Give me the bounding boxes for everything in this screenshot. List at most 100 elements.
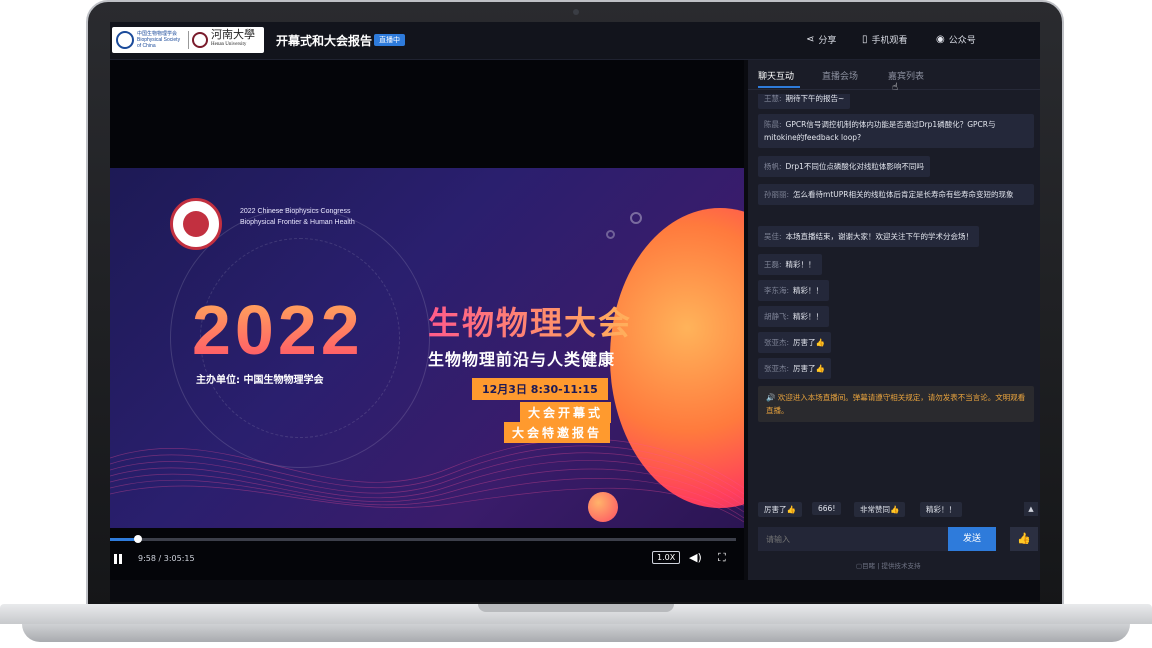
quick-reply-button[interactable]: 非常赞同👍: [854, 502, 906, 517]
university-logo-text: 河南大學 Henan University: [211, 30, 255, 50]
chat-author: 孙丽丽:: [764, 190, 790, 199]
decor-molecule: [630, 212, 642, 224]
chat-message: 杨帆: Drp1不同位点磷酸化对线粒体影响不同吗: [758, 156, 930, 177]
decor-molecule-small: [606, 230, 615, 239]
phone-icon: ▯: [862, 34, 868, 45]
laptop-notch: [478, 604, 674, 612]
congress-line-2: Biophysical Frontier & Human Health: [240, 219, 355, 226]
chat-notice: 🔊 欢迎进入本场直播间。弹幕请遵守相关规定，请勿发表不当言论。文明观看直播。: [758, 386, 1034, 422]
chat-message: 孙丽丽: 怎么看待mtUPR相关的线粒体后肯定是长寿命有些寿命变短的现象: [758, 184, 1034, 205]
chat-text: Drp1不同位点磷酸化对线粒体影响不同吗: [785, 162, 924, 171]
congress-name-en: 2022 Chinese Biophysics Congress Biophys…: [240, 206, 355, 228]
chat-message: 李东海: 精彩！！: [758, 280, 830, 301]
logo-divider: [188, 31, 189, 49]
chat-text: GPCR信号调控机制的体内功能是否通过Drp1磷酸化？GPCR与mitokine…: [764, 120, 996, 142]
playback-time: 9:58 / 3:05:15: [138, 554, 195, 563]
stage: 中国生物物理学会 Biophysical Society of China 河南…: [0, 0, 1152, 648]
mouse-cursor-icon: ☝: [892, 82, 899, 93]
university-name-en: Henan University: [211, 42, 247, 47]
emblem-core: [183, 211, 209, 237]
poster-subtitle: 生物物理前沿与人类健康: [428, 350, 616, 369]
webcam: [573, 9, 579, 15]
chat-author: 张亚杰:: [764, 338, 790, 347]
chat-author: 王慧:: [764, 94, 782, 103]
chat-text: 厉害了👍: [793, 338, 825, 347]
pause-icon[interactable]: [114, 554, 124, 564]
chat-author: 王磊:: [764, 260, 782, 269]
page-title: 开幕式和大会报告: [276, 34, 373, 48]
chat-message: 吴佳: 本场直播结束，谢谢大家！欢迎关注下午的学术分会场！: [758, 226, 980, 247]
chevron-up-icon[interactable]: ▲: [1024, 502, 1038, 516]
share-button[interactable]: ⋖ 分享: [806, 33, 836, 46]
mobile-label: 手机观看: [871, 36, 908, 46]
chat-message: 陈晨: GPCR信号调控机制的体内功能是否通过Drp1磷酸化？GPCR与mitok…: [758, 114, 1034, 148]
chat-text: 厉害了👍: [793, 364, 825, 373]
chat-author: 胡静飞:: [764, 312, 790, 321]
wechat-button[interactable]: ◉ 公众号: [936, 33, 976, 46]
chat-author: 陈晨:: [764, 120, 782, 129]
send-button[interactable]: 发送: [948, 527, 996, 551]
congress-emblem: [170, 198, 222, 250]
logos: 中国生物物理学会 Biophysical Society of China 河南…: [112, 27, 264, 53]
tab-venue[interactable]: 直播会场: [822, 69, 858, 82]
chat-text: 怎么看待mtUPR相关的线粒体后肯定是长寿命有些寿命变短的现象: [793, 190, 1014, 199]
laptop-base-bottom: [22, 624, 1130, 642]
chat-author: 吴佳:: [764, 232, 782, 241]
poster-host: 主办单位: 中国生物物理学会: [196, 375, 324, 386]
chat-author: 张亚杰:: [764, 364, 790, 373]
thumbs-up-icon[interactable]: 👍: [1010, 527, 1038, 551]
quick-replies: 厉害了👍 666! 非常赞同👍 精彩！！: [758, 502, 1038, 518]
poster-session-1: 大会开幕式: [520, 402, 612, 423]
chat-tabs: 聊天互动 直播会场 嘉宾列表 ☝: [748, 60, 1040, 93]
poster-date: 12月3日 8:30-11:15: [472, 378, 608, 400]
wechat-icon: ◉: [936, 34, 945, 45]
society-logo-text: 中国生物物理学会 Biophysical Society of China: [137, 31, 181, 49]
chat-panel: 聊天互动 直播会场 嘉宾列表 ☝ 王慧: 期待下午的报告~ 陈晨: GPCR信号调控…: [748, 60, 1040, 580]
chat-text: 期待下午的报告~: [785, 94, 845, 103]
chat-text: 精彩！！: [793, 286, 824, 295]
progress-handle[interactable]: [134, 535, 143, 543]
chat-message: 张亚杰: 厉害了👍: [758, 332, 831, 353]
chat-text: 精彩！！: [785, 260, 816, 269]
chat-message: 王磊: 精彩！！: [758, 254, 822, 275]
share-label: 分享: [818, 36, 837, 46]
society-logo-icon: [116, 31, 134, 49]
share-icon: ⋖: [806, 34, 815, 45]
quick-reply-button[interactable]: 厉害了👍: [758, 502, 802, 517]
player-controls: 9:58 / 3:05:15 1.0X ◀) ⛶: [110, 530, 744, 570]
laptop-base: [0, 604, 1152, 648]
poster-session-2: 大会特邀报告: [504, 422, 611, 443]
chat-message: 张亚杰: 厉害了👍: [758, 358, 831, 379]
video-player[interactable]: 2022 Chinese Biophysics Congress Biophys…: [110, 60, 744, 580]
chat-text: 本场直播结束，谢谢大家！欢迎关注下午的学术分会场！: [785, 232, 974, 241]
live-badge: 直播中: [374, 34, 405, 46]
congress-line-1: 2022 Chinese Biophysics Congress: [240, 208, 351, 215]
quick-reply-button[interactable]: 精彩！！: [920, 502, 962, 517]
mobile-view-button[interactable]: ▯ 手机观看: [862, 33, 908, 46]
chat-text: 精彩！！: [793, 312, 824, 321]
quick-reply-button[interactable]: 666!: [812, 502, 842, 515]
chat-message: 胡静飞: 精彩！！: [758, 306, 830, 327]
top-bar: 中国生物物理学会 Biophysical Society of China 河南…: [110, 22, 1040, 60]
chat-messages: 王慧: 期待下午的报告~ 陈晨: GPCR信号调控机制的体内功能是否通过Drp1磷酸…: [748, 94, 1040, 446]
poster-year: 2022: [192, 291, 364, 369]
wechat-label: 公众号: [948, 36, 976, 46]
volume-icon[interactable]: ◀): [689, 551, 702, 564]
fullscreen-icon[interactable]: ⛶: [718, 551, 726, 565]
chat-message: 王慧: 期待下午的报告~: [758, 94, 851, 109]
university-seal-icon: [192, 32, 208, 48]
chat-input[interactable]: [758, 527, 948, 551]
chat-author: 李东海:: [764, 286, 790, 295]
chat-author: 杨帆:: [764, 162, 782, 171]
tab-guests[interactable]: 嘉宾列表: [888, 69, 924, 82]
tab-chat[interactable]: 聊天互动: [758, 69, 794, 82]
chat-input-row: 发送 👍: [758, 527, 1038, 551]
video-frame: 2022 Chinese Biophysics Congress Biophys…: [110, 168, 744, 528]
active-tab-indicator: [758, 86, 800, 88]
speed-button[interactable]: 1.0X: [652, 551, 681, 564]
decor-waves: [110, 438, 744, 523]
poster-title: 生物物理大会: [428, 298, 632, 344]
powered-by: ▢目睹 | 提供技术支持: [856, 562, 921, 570]
progress-bar[interactable]: [110, 535, 736, 543]
browser-screen: 中国生物物理学会 Biophysical Society of China 河南…: [110, 22, 1040, 602]
